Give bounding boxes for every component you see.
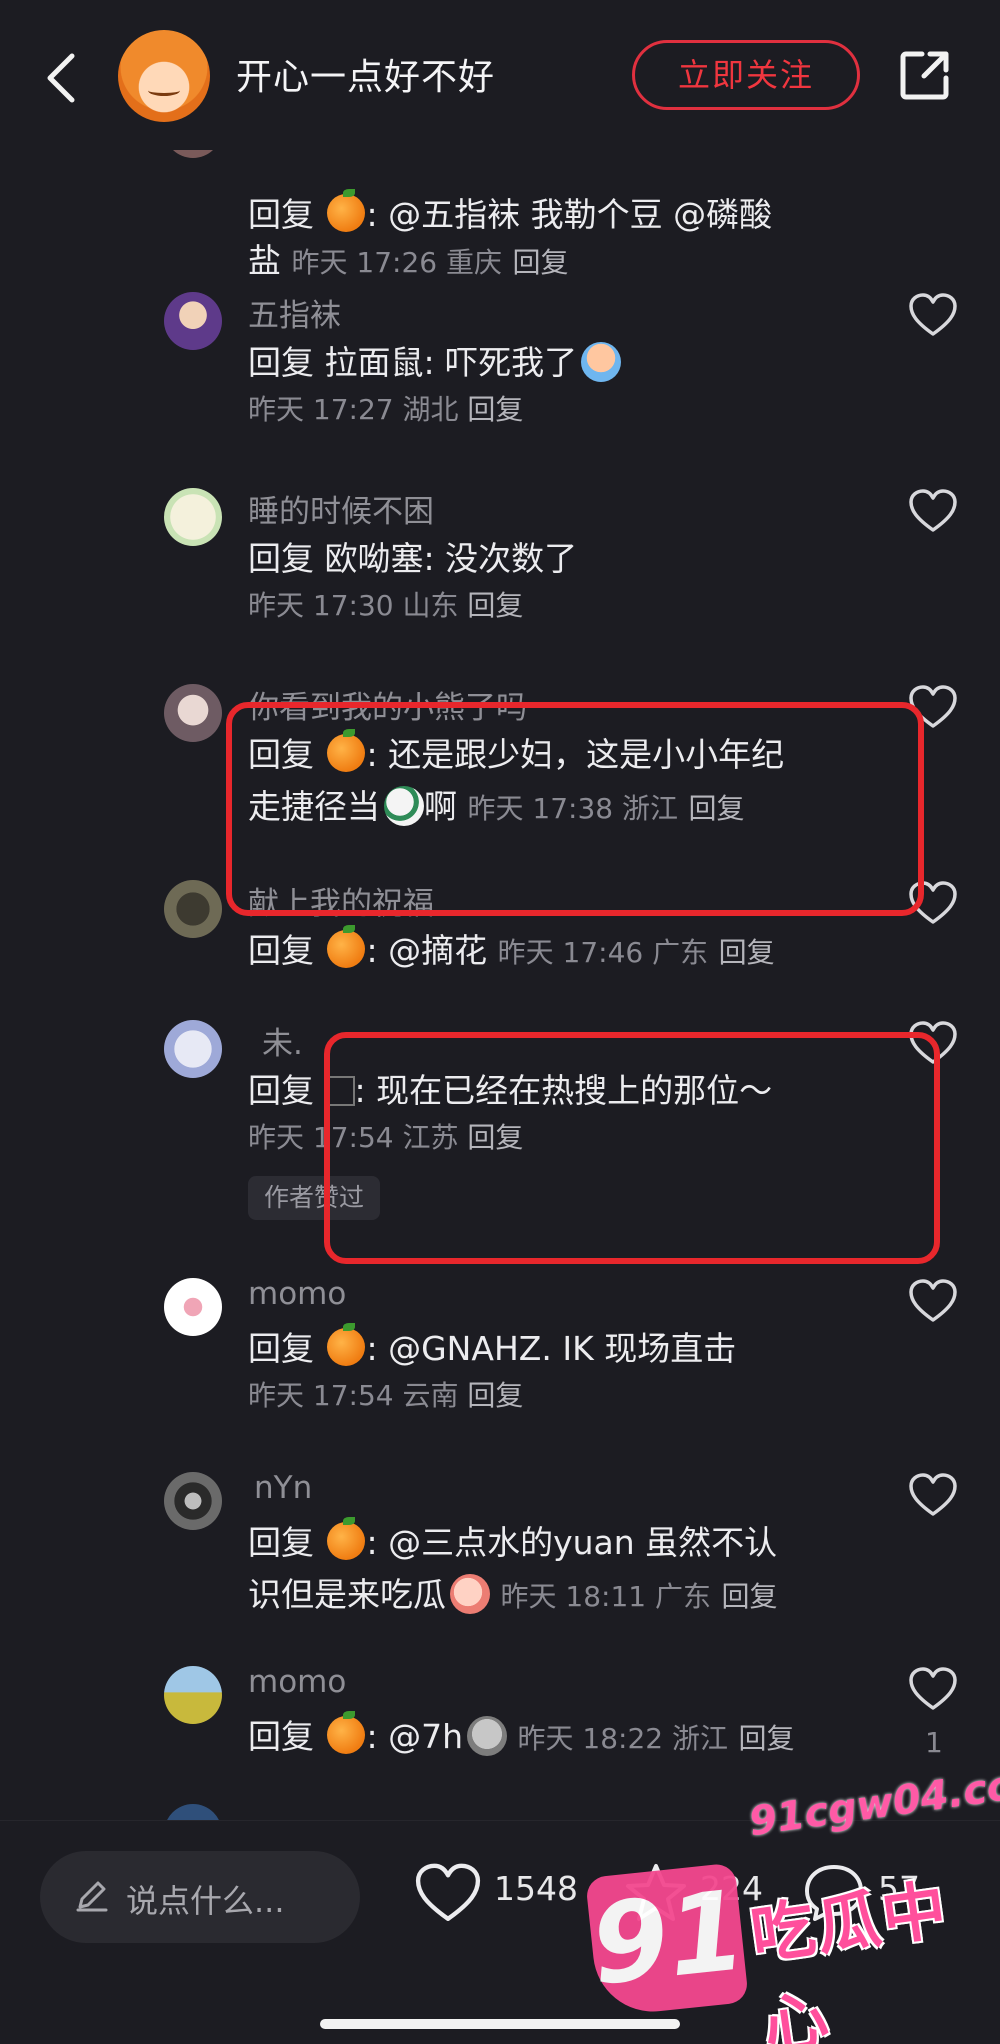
avatar[interactable] (164, 880, 222, 938)
heart-icon[interactable] (908, 1472, 958, 1518)
avatar[interactable] (164, 684, 222, 742)
orange-emoji-icon (326, 189, 365, 232)
comment-author[interactable]: momo (248, 1664, 346, 1700)
avatar[interactable] (164, 488, 222, 546)
comment-author[interactable]: 五指袜 (248, 290, 341, 335)
comment-input-placeholder: 说点什么... (126, 1882, 285, 1920)
reply-link[interactable]: 回复 (513, 246, 569, 279)
share-external-icon[interactable] (898, 48, 952, 102)
chevron-left-icon[interactable] (42, 48, 82, 108)
comment-meta: 昨天 17:54 云南 回复 (248, 1379, 524, 1412)
watermark-name: 吃瓜中心 (746, 1873, 953, 2044)
pencil-icon (74, 1877, 110, 1913)
comment-text: 回复 : @三点水的yuan 虽然不认 (248, 1517, 778, 1562)
comment-list[interactable]: 回复 : @五指袜 我勒个豆 @磷酸 盐 昨天 17:26 重庆 回复 五指袜 … (0, 150, 1000, 1820)
top-bar: 开心一点好不好 立即关注 (0, 0, 1000, 150)
heart-icon[interactable] (908, 1666, 958, 1712)
comment-author[interactable]: 睡的时候不困 (248, 486, 434, 531)
page-title[interactable]: 开心一点好不好 (236, 48, 495, 100)
follow-button[interactable]: 立即关注 (632, 40, 860, 110)
home-indicator[interactable] (320, 2019, 680, 2029)
reply-link[interactable]: 回复 (739, 1722, 795, 1755)
highlight-box (324, 1032, 940, 1264)
comment-text: 回复 : @摘花 昨天 17:46 广东 回复 (248, 925, 775, 970)
comment-author[interactable]: 未. (262, 1018, 303, 1063)
comment-text: 回复 拉面鼠: 吓死我了 (248, 336, 622, 384)
orange-emoji-icon (326, 1323, 365, 1366)
comment-meta: 昨天 17:27 湖北 回复 (248, 393, 524, 426)
crying-emoji-icon (581, 342, 622, 382)
comment-text: 回复 : @7h 昨天 18:22 浙江 回复 (248, 1711, 795, 1756)
avatar[interactable] (164, 1020, 222, 1078)
reply-link[interactable]: 回复 (467, 393, 523, 426)
comment-text-continued: 识但是来吃瓜 昨天 18:11 广东 回复 (248, 1574, 778, 1614)
comment-author[interactable]: momo (248, 1276, 346, 1312)
orange-emoji-icon (326, 1517, 365, 1560)
comment-meta: 昨天 17:30 山东 回复 (248, 589, 524, 622)
avatar[interactable] (164, 1666, 222, 1724)
comment-text: 回复 : @GNAHZ. IK 现场直击 (248, 1323, 737, 1368)
comment-input[interactable]: 说点什么... (40, 1851, 360, 1943)
comment-text: 回复 欧呦塞: 没次数了 (248, 539, 578, 578)
avatar[interactable] (164, 150, 222, 158)
watermark-logo: 91 (585, 1862, 751, 2018)
avatar[interactable] (164, 1804, 222, 1820)
comment-author[interactable]: nYn (254, 1470, 312, 1506)
avatar[interactable] (164, 1278, 222, 1336)
avatar[interactable] (164, 292, 222, 350)
comment-text: 回复 : @五指袜 我勒个豆 @磷酸 (248, 189, 773, 234)
melon-emoji-icon (450, 1574, 490, 1614)
orange-emoji-icon (326, 1711, 365, 1754)
ghost-emoji-icon (467, 1716, 508, 1756)
author-avatar[interactable] (118, 30, 210, 122)
highlight-box (226, 702, 924, 916)
reply-link[interactable]: 回复 (719, 936, 775, 969)
heart-icon[interactable] (414, 1861, 482, 1925)
like-count: 1548 (494, 1869, 578, 1908)
avatar[interactable] (164, 1472, 222, 1530)
reply-link[interactable]: 回复 (467, 589, 523, 622)
orange-emoji-icon (326, 925, 365, 968)
heart-icon[interactable] (908, 488, 958, 534)
like-count: 1 (925, 1726, 943, 1759)
reply-link[interactable]: 回复 (722, 1580, 778, 1613)
heart-icon[interactable] (908, 292, 958, 338)
heart-icon[interactable] (908, 1278, 958, 1324)
reply-link[interactable]: 回复 (467, 1379, 523, 1412)
comment-meta-line: 盐 昨天 17:26 重庆 回复 (248, 241, 569, 280)
